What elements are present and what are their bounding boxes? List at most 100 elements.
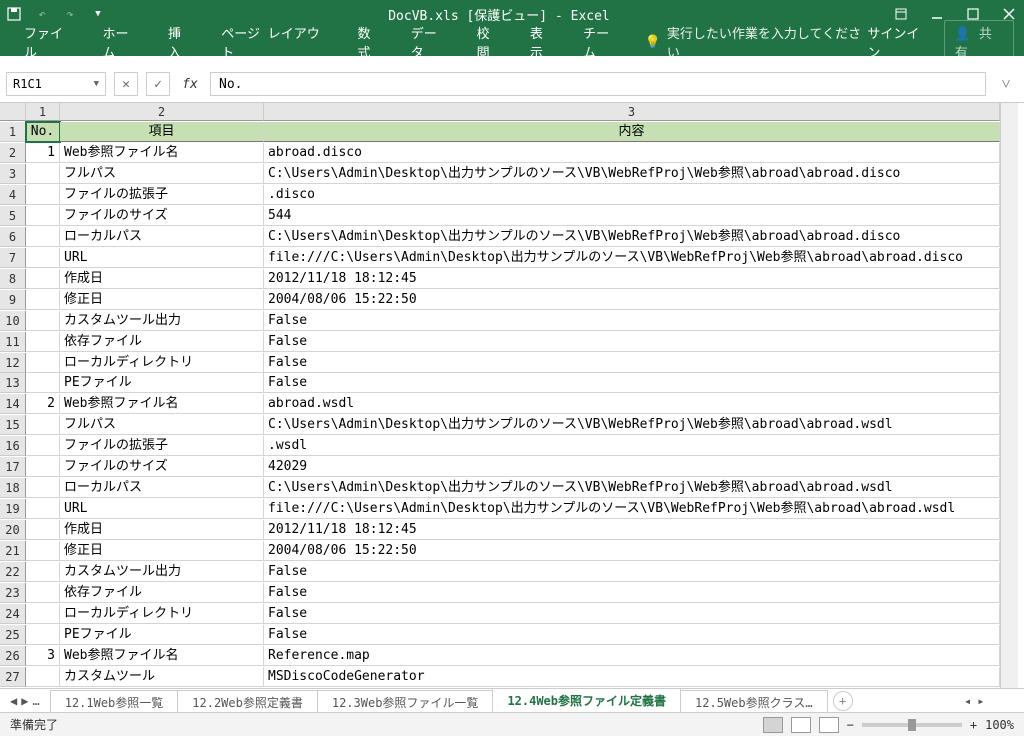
cell-content[interactable]: False (264, 625, 1000, 645)
cell-item[interactable]: ファイルの拡張子 (60, 436, 264, 456)
row-header[interactable]: 5 (0, 206, 26, 226)
cell-content[interactable]: file:///C:\Users\Admin\Desktop\出力サンプルのソー… (264, 499, 1000, 519)
view-pagebreak-button[interactable] (819, 717, 839, 733)
cell-no[interactable] (26, 332, 60, 352)
row-header[interactable]: 13 (0, 373, 26, 393)
row-header[interactable]: 21 (0, 541, 26, 561)
cell-content[interactable]: Reference.map (264, 646, 1000, 666)
sheet-tab[interactable]: 12.5Web参照クラス… (680, 690, 828, 714)
cell-item[interactable]: ファイルのサイズ (60, 206, 264, 226)
cell-item[interactable]: URL (60, 248, 264, 268)
cell-content[interactable]: file:///C:\Users\Admin\Desktop\出力サンプルのソー… (264, 248, 1000, 268)
cell-item[interactable]: 修正日 (60, 541, 264, 561)
name-box[interactable]: R1C1 ▼ (6, 72, 106, 96)
cell-item[interactable]: 依存ファイル (60, 583, 264, 603)
cell-item[interactable]: 依存ファイル (60, 332, 264, 352)
cell-item[interactable]: カスタムツール (60, 667, 264, 687)
cell-content[interactable]: abroad.disco (264, 143, 1000, 163)
cell-content[interactable]: 2004/08/06 15:22:50 (264, 290, 1000, 310)
cell-content[interactable]: .disco (264, 185, 1000, 205)
sheet-tab[interactable]: 12.4Web参照ファイル定義書 (492, 688, 681, 714)
select-all-corner[interactable] (0, 103, 26, 121)
cell-no[interactable] (26, 269, 60, 289)
row-header[interactable]: 15 (0, 415, 26, 435)
cell-content[interactable]: False (264, 353, 1000, 373)
cell-item[interactable]: 修正日 (60, 290, 264, 310)
cell-no[interactable] (26, 353, 60, 373)
cell-content[interactable]: False (264, 583, 1000, 603)
cell-no[interactable] (26, 164, 60, 184)
new-sheet-button[interactable]: + (833, 691, 853, 711)
cell-item[interactable]: URL (60, 499, 264, 519)
row-header[interactable]: 20 (0, 520, 26, 540)
cell-item[interactable]: ローカルパス (60, 227, 264, 247)
cell-no[interactable] (26, 185, 60, 205)
row-header[interactable]: 17 (0, 457, 26, 477)
cell-content[interactable]: False (264, 562, 1000, 582)
col-header[interactable]: 3 (264, 103, 1000, 121)
tab-nav-more-icon[interactable]: … (32, 694, 39, 708)
cell-no[interactable] (26, 457, 60, 477)
cell-content[interactable]: False (264, 604, 1000, 624)
view-pagelayout-button[interactable] (791, 717, 811, 733)
cell-item[interactable]: PEファイル (60, 373, 264, 393)
row-header[interactable]: 6 (0, 227, 26, 247)
tab-nav-next-icon[interactable]: ▶ (21, 694, 28, 708)
row-header[interactable]: 12 (0, 353, 26, 373)
cell-item[interactable]: PEファイル (60, 625, 264, 645)
row-header[interactable]: 23 (0, 583, 26, 603)
row-header[interactable]: 27 (0, 667, 26, 687)
cell-content[interactable]: 42029 (264, 457, 1000, 477)
zoom-in-button[interactable]: + (970, 718, 977, 732)
cell-item[interactable]: カスタムツール出力 (60, 562, 264, 582)
row-header[interactable]: 11 (0, 332, 26, 352)
row-header[interactable]: 7 (0, 248, 26, 268)
zoom-level[interactable]: 100% (985, 718, 1014, 732)
zoom-slider[interactable] (862, 723, 962, 727)
row-header[interactable]: 22 (0, 562, 26, 582)
fx-icon[interactable]: fx (178, 72, 202, 96)
enter-formula-icon[interactable]: ✓ (146, 72, 170, 96)
cell-content[interactable]: C:\Users\Admin\Desktop\出力サンプルのソース\VB\Web… (264, 415, 1000, 435)
cell-content[interactable]: 2012/11/18 18:12:45 (264, 269, 1000, 289)
hscroll-right-icon[interactable]: ▸ (977, 694, 984, 708)
cell-no[interactable] (26, 290, 60, 310)
cell-content[interactable]: 544 (264, 206, 1000, 226)
tell-me[interactable]: 💡 実行したい作業を入力してください (645, 23, 868, 61)
row-header[interactable]: 1 (0, 122, 26, 142)
sheet-tab[interactable]: 12.1Web参照一覧 (50, 690, 179, 714)
cell-no[interactable] (26, 227, 60, 247)
cell-no[interactable] (26, 583, 60, 603)
col-header[interactable]: 2 (60, 103, 264, 121)
redo-icon[interactable]: ↷ (62, 6, 78, 22)
cell-item[interactable]: カスタムツール出力 (60, 311, 264, 331)
row-header[interactable]: 16 (0, 436, 26, 456)
header-item[interactable]: 項目 (60, 122, 264, 142)
cell-item[interactable]: ローカルディレクトリ (60, 353, 264, 373)
cell-content[interactable]: 2012/11/18 18:12:45 (264, 520, 1000, 540)
cell-item[interactable]: ファイルのサイズ (60, 457, 264, 477)
share-button[interactable]: 👤 共有 (944, 20, 1014, 64)
row-header[interactable]: 4 (0, 185, 26, 205)
row-header[interactable]: 2 (0, 143, 26, 163)
cell-content[interactable]: False (264, 311, 1000, 331)
tab-nav-prev-icon[interactable]: ◀ (10, 694, 17, 708)
row-header[interactable]: 10 (0, 311, 26, 331)
undo-icon[interactable]: ↶ (34, 6, 50, 22)
row-header[interactable]: 18 (0, 478, 26, 498)
cell-no[interactable] (26, 562, 60, 582)
hscroll-left-icon[interactable]: ◂ (964, 694, 971, 708)
cell-item[interactable]: 作成日 (60, 269, 264, 289)
cell-content[interactable]: 2004/08/06 15:22:50 (264, 541, 1000, 561)
cell-no[interactable]: 1 (26, 143, 60, 163)
cell-no[interactable] (26, 373, 60, 393)
row-header[interactable]: 14 (0, 394, 26, 414)
row-header[interactable]: 8 (0, 269, 26, 289)
cell-no[interactable] (26, 520, 60, 540)
cell-content[interactable]: MSDiscoCodeGenerator (264, 667, 1000, 687)
row-header[interactable]: 25 (0, 625, 26, 645)
row-header[interactable]: 9 (0, 290, 26, 310)
cell-item[interactable]: フルパス (60, 415, 264, 435)
row-header[interactable]: 19 (0, 499, 26, 519)
row-header[interactable]: 3 (0, 164, 26, 184)
